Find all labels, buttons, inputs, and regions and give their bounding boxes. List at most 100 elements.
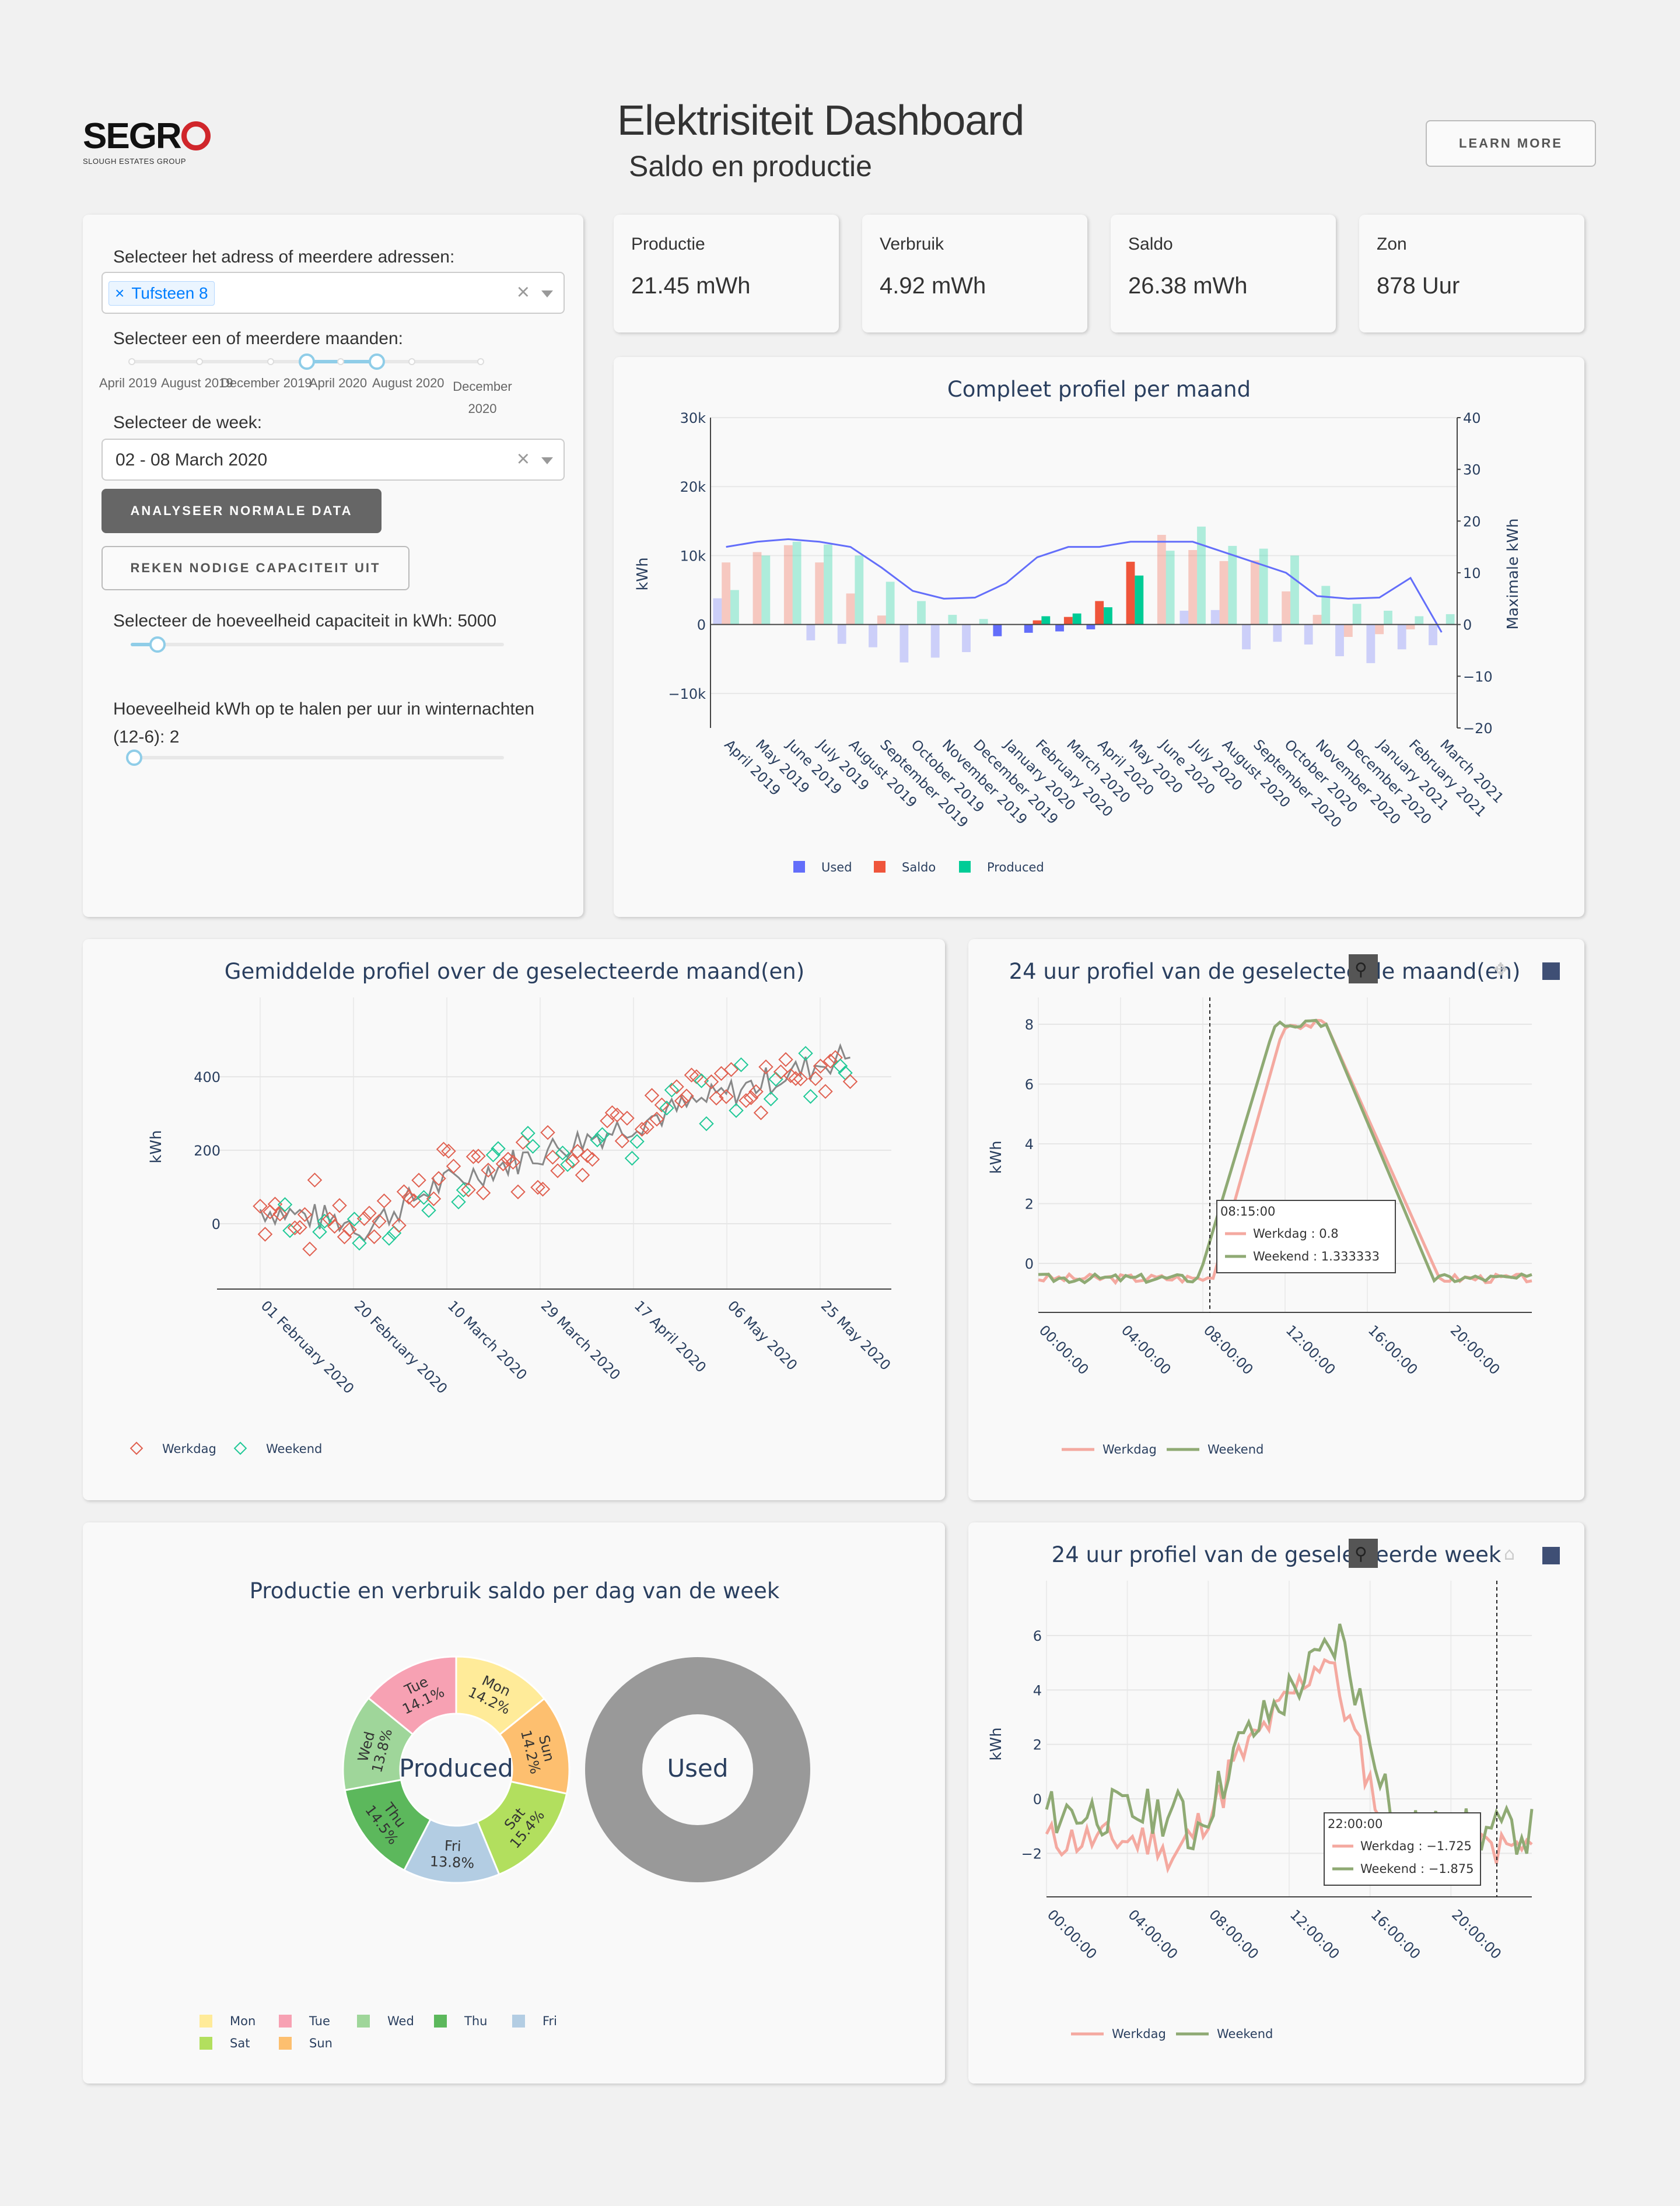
y-tick-label: 0	[1025, 1256, 1034, 1272]
bar-produced	[1415, 616, 1424, 625]
legend-swatch-weekend	[233, 1441, 247, 1455]
y-tick-label: 0	[212, 1216, 220, 1232]
legend-item-sat: Sat	[230, 2036, 250, 2050]
learn-more-button[interactable]: LEARN MORE	[1426, 120, 1596, 167]
y2-tick-label: 30	[1463, 462, 1481, 478]
x-tick-label: 12:00:00	[1283, 1322, 1339, 1378]
legend[interactable]: Werkdag Weekend	[130, 1441, 322, 1456]
tag-remove-icon[interactable]: ×	[115, 284, 124, 302]
zoom-icon-glyph: ⚲	[1354, 960, 1367, 980]
y-tick-label: 200	[194, 1143, 220, 1159]
autoscale-icon[interactable]: ✥	[1493, 960, 1508, 980]
legend-item-used[interactable]: Used	[821, 860, 852, 874]
legend[interactable]: Werkdag Weekend	[1071, 2027, 1273, 2041]
bar-produced	[979, 619, 988, 625]
y-tick-label: 4	[1025, 1136, 1034, 1153]
legend-item-saldo[interactable]: Saldo	[902, 860, 936, 874]
legend[interactable]: Used Saldo Produced	[793, 860, 1044, 874]
bar-produced	[1135, 575, 1144, 625]
bar-produced	[1259, 548, 1268, 625]
legend-item-werkdag[interactable]: Werkdag	[1112, 2027, 1166, 2041]
weekend-point	[382, 1231, 397, 1246]
week-dropdown[interactable]: 02 - 08 March 2020 ×	[102, 439, 565, 481]
legend-item-weekend[interactable]: Weekend	[1217, 2027, 1273, 2041]
legend[interactable]: Mon Tue Wed Thu Fri Sat Sun	[200, 2014, 557, 2050]
hover-tooltip: 22:00:00 Werkdag : −1.725 Weekend : −1.8…	[1324, 1812, 1481, 1886]
legend-swatch-mon	[200, 2015, 212, 2028]
legend-swatch-produced	[959, 861, 971, 873]
bar-used	[993, 624, 1002, 636]
chevron-down-icon[interactable]	[541, 457, 553, 464]
legend-swatch-used	[793, 861, 805, 873]
x-tick-label: 08:00:00	[1200, 1322, 1256, 1378]
calculate-capacity-button[interactable]: REKEN NODIGE CAPACITEIT UIT	[102, 546, 410, 590]
bar-saldo	[1063, 617, 1073, 625]
address-tag-label: Tufsteen 8	[131, 284, 208, 302]
bar-produced	[1446, 614, 1455, 625]
bar-produced	[886, 582, 895, 625]
logo: SEGR SLOUGH ESTATES GROUP	[83, 115, 211, 166]
x-tick-label: 16:00:00	[1367, 1906, 1423, 1962]
clear-icon[interactable]: ×	[517, 447, 530, 472]
legend-swatch-werkdag	[130, 1441, 144, 1455]
y-tick-label: 2	[1025, 1196, 1034, 1213]
average-line	[259, 1043, 850, 1242]
address-dropdown[interactable]: × Tufsteen 8 ×	[102, 272, 565, 314]
legend-item-wed: Wed	[387, 2014, 414, 2028]
slice-pct: 13.8%	[429, 1853, 474, 1871]
day-profile-week-chart[interactable]: 24 uur profiel van de geselecteerde week…	[968, 1522, 1584, 2084]
y-tick-label: 400	[194, 1069, 220, 1086]
kpi-card-zon: Zon 878 Uur	[1359, 215, 1584, 332]
bar-used	[869, 624, 877, 647]
bar-produced	[1384, 611, 1392, 625]
legend-item-weekend[interactable]: Weekend	[1208, 1442, 1264, 1456]
legend-swatch-fri	[512, 2015, 525, 2028]
bar-used	[806, 624, 816, 640]
legend-item-produced[interactable]: Produced	[987, 860, 1044, 874]
y2-tick-label: 40	[1463, 410, 1481, 426]
slider-handle[interactable]	[126, 750, 142, 766]
werkdag-point	[475, 1185, 491, 1200]
x-tick-label: 20 February 2020	[351, 1297, 451, 1397]
week-label: Selecteer de week:	[113, 413, 262, 432]
legend-item-werkdag[interactable]: Werkdag	[1102, 1442, 1157, 1456]
kpi-label: Productie	[631, 234, 705, 254]
chevron-down-icon[interactable]	[541, 290, 553, 297]
x-tick-label: 00:00:00	[1044, 1906, 1100, 1962]
bar-saldo	[1282, 591, 1291, 625]
werkdag-point	[307, 1172, 323, 1188]
bar-produced	[1072, 613, 1082, 625]
slider-handle-end[interactable]	[369, 353, 385, 370]
average-profile-chart[interactable]: Gemiddelde profiel over de geselecteerde…	[83, 939, 945, 1500]
x-tick-label: 04:00:00	[1118, 1322, 1174, 1378]
monthly-profile-chart[interactable]: Compleet profiel per maand 30k 20k 10k 0 −10…	[614, 357, 1584, 917]
plotly-logo-icon[interactable]	[1542, 962, 1560, 980]
slider-mark	[408, 358, 415, 365]
clear-icon[interactable]: ×	[517, 280, 530, 305]
bar-saldo	[846, 593, 855, 625]
slider-handle-start[interactable]	[299, 353, 315, 370]
werkdag-point	[337, 1229, 352, 1245]
slider-handle[interactable]	[149, 636, 166, 653]
plotly-logo-icon[interactable]	[1542, 1547, 1560, 1564]
legend-item-fri: Fri	[542, 2014, 557, 2028]
legend-item-werkdag[interactable]: Werkdag	[162, 1442, 216, 1456]
bar-produced	[792, 541, 802, 625]
bar-saldo	[1343, 624, 1353, 637]
analyse-normal-data-button[interactable]: ANALYSEER NORMALE DATA	[102, 489, 382, 533]
control-panel: Selecteer het adress of meerdere adresse…	[83, 215, 583, 917]
werkdag-point	[545, 1150, 561, 1165]
weekday-balance-chart[interactable]: Productie en verbruik saldo per dag van …	[83, 1522, 945, 2084]
legend-item-weekend[interactable]: Weekend	[266, 1442, 322, 1456]
bar-produced	[730, 590, 739, 625]
bar-produced	[855, 555, 864, 625]
legend[interactable]: Werkdag Weekend	[1062, 1442, 1264, 1456]
kpi-card-verbruik: Verbruik 4.92 mWh	[862, 215, 1087, 332]
bar-used	[1397, 624, 1406, 650]
slider-mark	[337, 358, 344, 365]
address-tag[interactable]: × Tufsteen 8	[108, 281, 215, 306]
home-icon[interactable]: ⌂	[1504, 1544, 1515, 1564]
kpi-label: Zon	[1377, 234, 1407, 254]
bar-produced	[1352, 604, 1362, 625]
day-profile-month-chart[interactable]: 24 uur profiel van de geselecteerde maan…	[968, 939, 1584, 1500]
